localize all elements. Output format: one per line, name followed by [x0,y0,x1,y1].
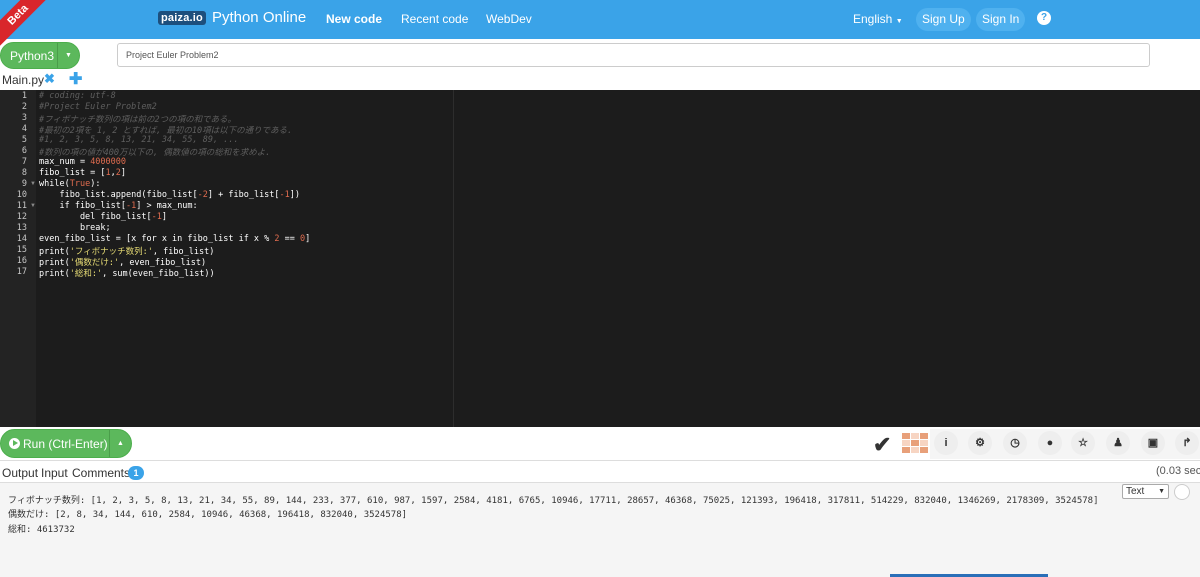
check-icon[interactable]: ✔ [873,432,891,458]
chevron-down-icon: ▼ [1158,488,1165,495]
code-line: #1, 2, 3, 5, 8, 13, 21, 34, 55, 89, ... [39,135,239,145]
wrap-toggle[interactable] [1174,484,1190,500]
sign-up-button[interactable]: Sign Up [916,8,971,31]
language-dropdown[interactable]: English ▼ [853,12,903,26]
nav-recent-code[interactable]: Recent code [401,12,468,26]
line-number: 6 [21,146,27,156]
exec-time: (0.03 sec [1156,465,1200,477]
output-line: フィボナッチ数列: [1, 2, 3, 5, 8, 13, 21, 34, 55… [8,496,1099,506]
users-icon[interactable]: ♟ [1106,431,1130,455]
line-number: 10 [16,190,27,200]
line-number: 16 [16,256,27,266]
play-icon [9,438,20,449]
github-icon[interactable]: ● [1038,431,1062,455]
code-editor[interactable]: 1 2 3 4 5 6 7 8 9 10 11 12 13 14 15 16 1… [0,90,1200,427]
code-line: while(True): [39,179,101,189]
fold-arrow-icon[interactable]: ▼ [30,181,36,187]
add-file-icon[interactable]: ✚ [69,69,82,89]
line-number: 1 [21,91,27,101]
line-number: 5 [21,135,27,145]
run-label: Run (Ctrl-Enter) [23,437,108,451]
comments-count-badge: 1 [128,466,144,480]
code-line: if fibo_list[-1] > max_num: [39,201,198,211]
project-title-input[interactable] [117,43,1150,67]
tab-input[interactable]: Input [41,466,68,480]
share-icon[interactable]: ↱ [1175,431,1199,455]
nav-new-code[interactable]: New code [326,12,382,26]
code-line: break; [39,223,111,233]
line-number: 4 [21,124,27,134]
clock-icon[interactable]: ◷ [1003,431,1027,455]
line-number: 3 [21,113,27,123]
code-line: del fibo_list[-1] [39,212,167,222]
gear-icon[interactable]: ⚙ [968,431,992,455]
chevron-down-icon: ▼ [895,18,903,25]
line-number: 2 [21,102,27,112]
code-line: even_fibo_list = [x for x in fibo_list i… [39,234,311,244]
brand-title: Python Online [211,9,307,26]
brick-icon[interactable] [902,433,928,453]
brand[interactable]: paiza.io Python Online [158,9,306,26]
line-number: 17 [16,267,27,277]
chevron-down-icon[interactable]: ▲ [109,430,131,457]
code-line: #Project Euler Problem2 [39,102,157,112]
code-line: fibo_list = [1,2] [39,168,127,178]
output-line: 総和: 4613732 [8,525,75,535]
line-number: 13 [16,223,27,233]
sign-in-button[interactable]: Sign In [976,8,1026,31]
output-panel: フィボナッチ数列: [1, 2, 3, 5, 8, 13, 21, 34, 55… [0,482,1200,577]
file-tab-main[interactable]: Main.py [2,73,44,87]
code-line: print('総和:', sum(even_fibo_list)) [39,269,215,279]
close-icon[interactable]: ✖ [44,71,55,87]
tab-output[interactable]: Output [2,466,38,480]
output-format-label: Text [1126,486,1145,497]
top-navbar: Beta paiza.io Python Online New code Rec… [0,0,1200,50]
print-margin [453,90,454,427]
fold-arrow-icon[interactable]: ▼ [30,203,36,209]
line-number: 7 [21,157,27,167]
info-icon[interactable]: i [934,431,958,455]
code-line: fibo_list.append(fibo_list[-2] + fibo_li… [39,190,301,200]
nav-webdev[interactable]: WebDev [486,12,532,26]
lock-icon[interactable]: ▣ [1141,431,1165,455]
help-icon[interactable]: ? [1037,11,1051,25]
language-label: English [853,12,893,26]
line-number: 15 [16,245,27,255]
chevron-down-icon[interactable]: ▼ [57,43,79,68]
paiza-logo: paiza.io [158,10,206,25]
language-select-button[interactable]: Python3 ▼ [0,42,80,69]
code-line: max_num = 4000000 [39,157,127,167]
code-line: # coding: utf-8 [39,91,116,101]
star-icon[interactable]: ☆ [1071,431,1095,455]
run-button[interactable]: Run (Ctrl-Enter) ▲ [0,429,132,458]
line-number: 8 [21,168,27,178]
output-format-select[interactable]: Text ▼ [1122,484,1169,499]
line-number: 9 [21,179,27,189]
line-number: 11 [16,201,27,211]
tab-comments[interactable]: Comments [72,466,130,480]
language-label: Python3 [10,49,55,63]
output-line: 偶数だけ: [2, 8, 34, 144, 610, 2584, 10946, … [8,510,408,520]
line-number: 14 [16,234,27,244]
line-number: 12 [16,212,27,222]
line-number-gutter: 1 2 3 4 5 6 7 8 9 10 11 12 13 14 15 16 1… [0,90,36,427]
